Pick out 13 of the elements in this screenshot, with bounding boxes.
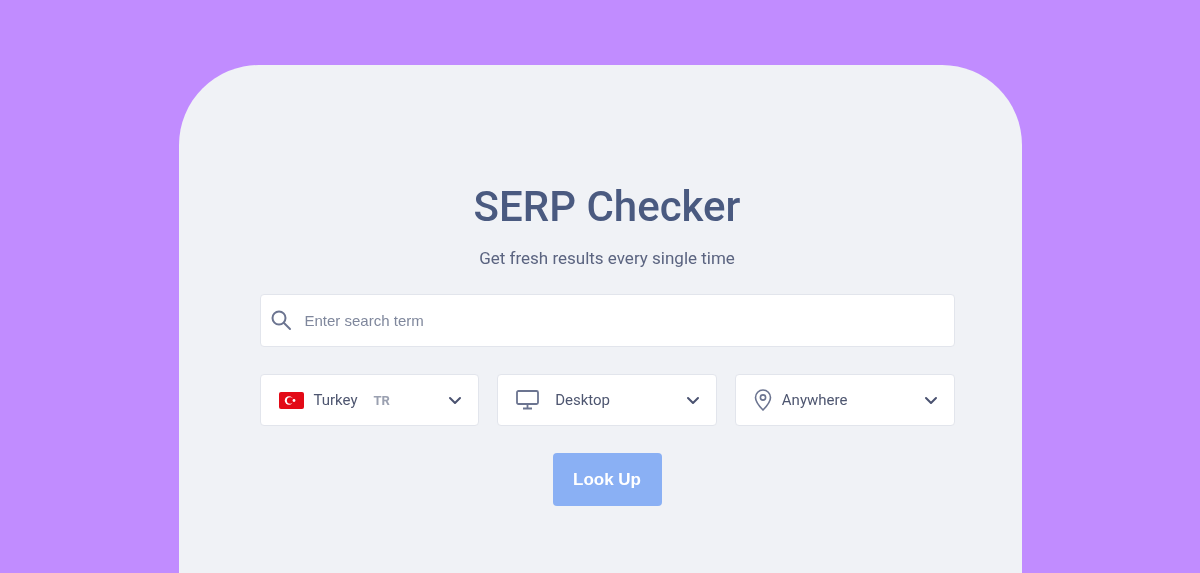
country-dropdown[interactable]: Turkey TR — [259, 374, 480, 426]
location-dropdown[interactable]: Anywhere — [734, 374, 955, 426]
monitor-icon — [516, 390, 540, 410]
map-pin-icon — [753, 389, 772, 411]
page-title: SERP Checker — [473, 182, 741, 232]
device-dropdown[interactable]: Desktop — [497, 374, 717, 426]
country-code: TR — [373, 392, 390, 408]
chevron-down-icon — [685, 395, 700, 405]
subtitle: Get fresh results every single time — [479, 248, 735, 268]
chevron-down-icon — [923, 395, 938, 405]
search-field[interactable]: Enter search term — [259, 294, 955, 347]
flag-icon — [278, 391, 304, 409]
chevron-down-icon — [448, 395, 463, 405]
